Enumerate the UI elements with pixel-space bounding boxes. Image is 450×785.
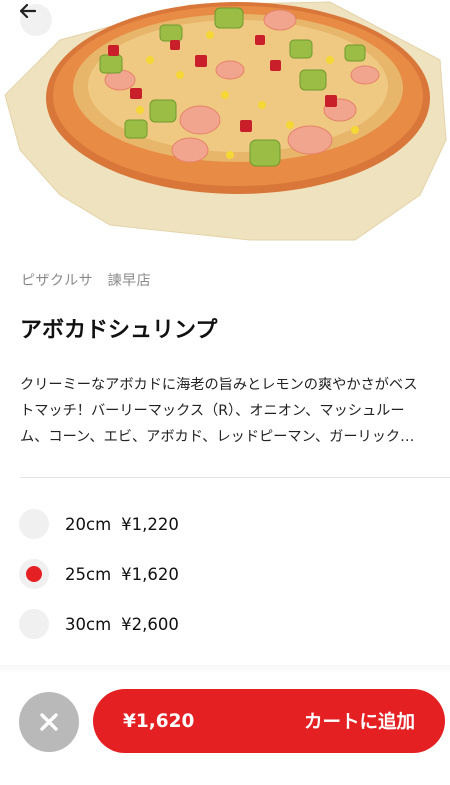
- close-icon: [40, 713, 58, 731]
- price-label: ¥1,620: [121, 564, 179, 584]
- radio-button[interactable]: [19, 509, 49, 539]
- back-button[interactable]: [20, 4, 52, 36]
- size-option-20cm[interactable]: 20cm ¥1,220: [19, 508, 319, 540]
- radio-button-selected[interactable]: [19, 559, 49, 589]
- arrow-left-icon: [20, 4, 36, 18]
- size-label: 25cm: [65, 564, 112, 584]
- price-label: ¥2,600: [121, 614, 179, 634]
- divider: [20, 477, 450, 478]
- pizza-image: [4, 1, 447, 241]
- close-button[interactable]: [19, 692, 79, 752]
- cart-price: ¥1,620: [123, 710, 195, 732]
- size-option-30cm[interactable]: 30cm ¥2,600: [19, 608, 319, 640]
- product-image: [0, 0, 450, 245]
- product-description: クリーミーなアボカドに海老の旨みとレモンの爽やかさがベストマッチ！バーリーマック…: [20, 377, 418, 445]
- footer-shadow: [0, 665, 450, 673]
- size-label: 30cm: [65, 614, 112, 634]
- add-to-cart-label: カートに追加: [303, 712, 415, 733]
- add-to-cart-button[interactable]: ¥1,620 カートに追加: [93, 689, 445, 753]
- radio-button[interactable]: [19, 609, 49, 639]
- shop-name: ピザクルサ 諫早店: [21, 273, 152, 289]
- radio-selected-dot: [26, 566, 42, 582]
- size-label: 20cm: [65, 514, 112, 534]
- price-label: ¥1,220: [121, 514, 179, 534]
- size-option-25cm[interactable]: 25cm ¥1,620: [19, 558, 319, 590]
- product-title: アボカドシュリンプ: [20, 318, 218, 343]
